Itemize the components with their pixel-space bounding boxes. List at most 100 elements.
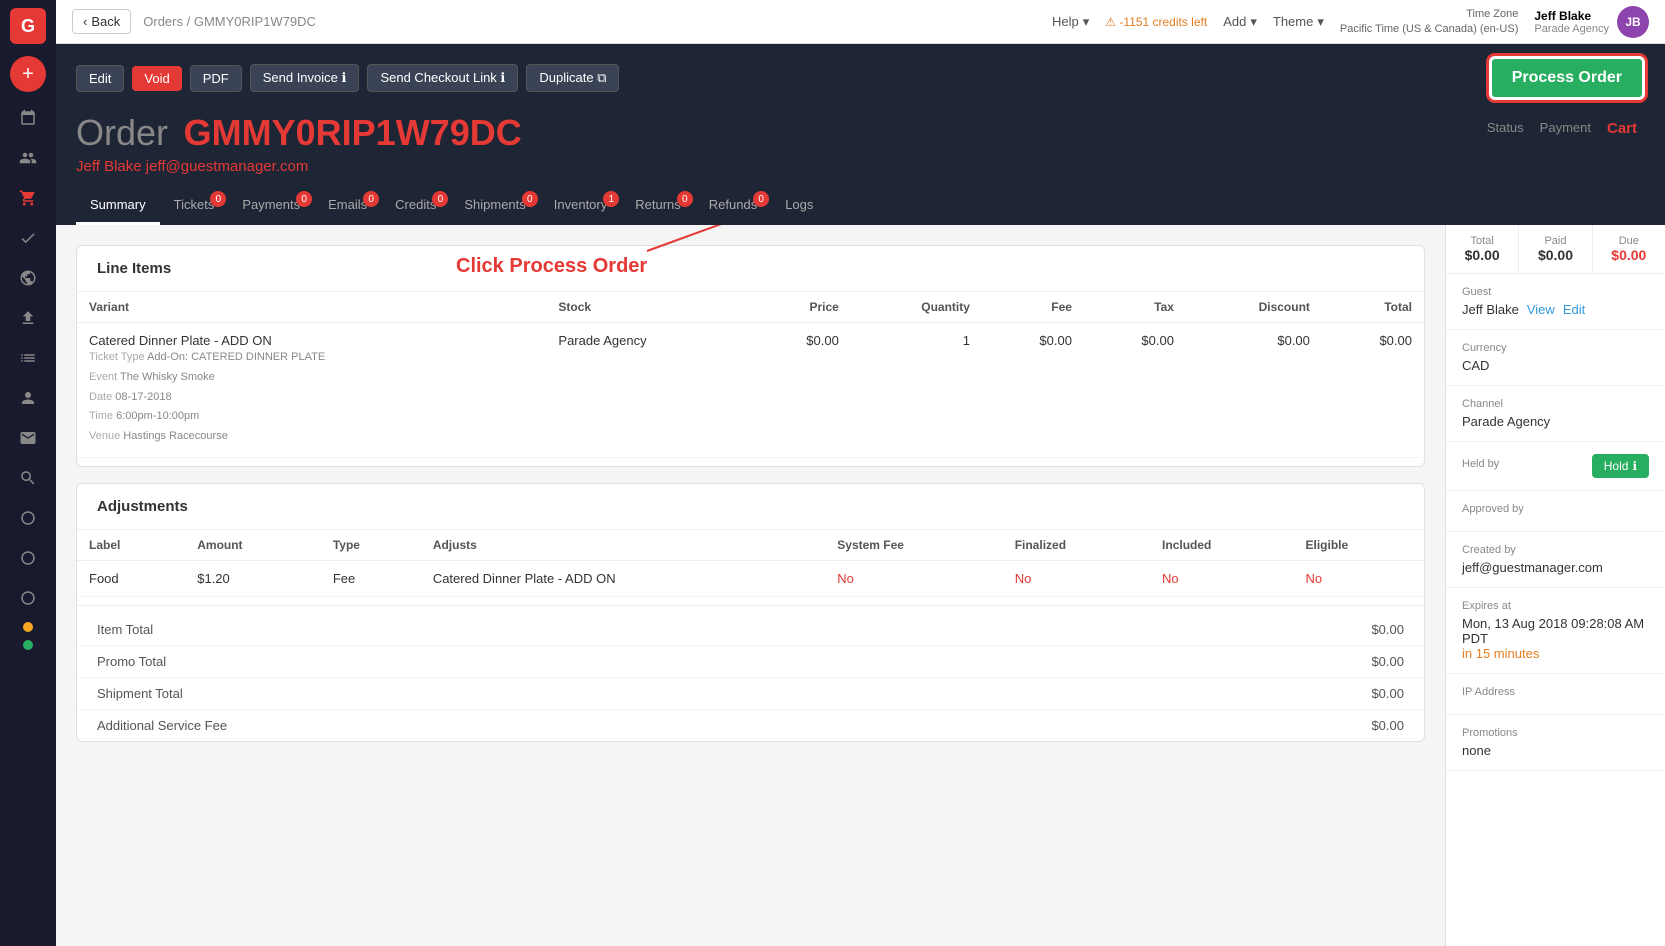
rs-approved-by: Approved by [1446, 491, 1665, 532]
order-title: Order GMMY0RIP1W79DC [76, 112, 1487, 154]
adj-col-amount: Amount [185, 530, 321, 561]
rs-held-by: Held by Hold ℹ [1446, 442, 1665, 491]
process-order-button[interactable]: Process Order [1489, 56, 1645, 100]
adj-col-label: Label [77, 530, 185, 561]
tab-refunds[interactable]: Refunds 0 [695, 187, 771, 225]
sidebar-icon-circle1[interactable] [10, 500, 46, 536]
process-order-container: Process Order [1489, 56, 1645, 100]
adj-cell-finalized: No [1003, 560, 1150, 596]
cell-price: $0.00 [749, 323, 851, 458]
send-checkout-link-button[interactable]: Send Checkout Link ℹ [367, 64, 518, 92]
rs-guest: Guest Jeff Blake View Edit [1446, 274, 1665, 330]
tab-tickets[interactable]: Tickets 0 [160, 187, 229, 225]
sidebar-icon-cart[interactable] [10, 180, 46, 216]
back-button[interactable]: ‹ Back [72, 9, 131, 34]
order-customer: Jeff Blake jeff@guestmanager.com [76, 158, 1487, 175]
adj-cell-included: No [1150, 560, 1293, 596]
adj-cell-amount: $1.20 [185, 560, 321, 596]
add-menu[interactable]: Add ▾ [1223, 14, 1257, 30]
adjustments-table: Label Amount Type Adjusts System Fee Fin… [77, 530, 1424, 597]
rs-total-paid: Paid $0.00 [1519, 225, 1592, 273]
sidebar-icon-globe[interactable] [10, 260, 46, 296]
rs-totals: Total $0.00 Paid $0.00 Due $0.00 [1446, 225, 1665, 274]
sidebar-icon-search[interactable] [10, 460, 46, 496]
help-menu[interactable]: Help ▾ [1052, 14, 1089, 30]
sidebar-icon-circle3[interactable] [10, 580, 46, 616]
sidebar-icon-check[interactable] [10, 220, 46, 256]
cell-fee: $0.00 [982, 323, 1084, 458]
cart-status: Cart [1607, 120, 1637, 137]
col-price: Price [749, 292, 851, 323]
tab-credits[interactable]: Credits 0 [381, 187, 450, 225]
breadcrumb: Orders / GMMY0RIP1W79DC [143, 14, 316, 29]
rs-total-due: Due $0.00 [1593, 225, 1665, 273]
rs-total-total: Total $0.00 [1446, 225, 1519, 273]
col-stock: Stock [546, 292, 748, 323]
adj-cell-adjusts: Catered Dinner Plate - ADD ON [421, 560, 825, 596]
user-info: Jeff Blake Parade Agency JB [1534, 6, 1649, 38]
sidebar-icon-calendar[interactable] [10, 100, 46, 136]
tab-inventory[interactable]: Inventory 1 [540, 187, 621, 225]
line-items-header: Line Items [77, 246, 1424, 292]
adj-col-sysfee: System Fee [825, 530, 1002, 561]
sidebar-icon-person[interactable] [10, 380, 46, 416]
rs-created-by: Created by jeff@guestmanager.com [1446, 532, 1665, 588]
timezone-info: Time Zone Pacific Time (US & Canada) (en… [1340, 7, 1519, 36]
col-tax: Tax [1084, 292, 1186, 323]
tab-returns[interactable]: Returns 0 [621, 187, 695, 225]
tab-summary[interactable]: Summary [76, 187, 160, 225]
line-items-table: Variant Stock Price Quantity Fee Tax Dis… [77, 292, 1424, 458]
sidebar: G + [0, 0, 56, 946]
sidebar-add-button[interactable]: + [10, 56, 46, 92]
cell-variant: Catered Dinner Plate - ADD ON Ticket Typ… [77, 323, 546, 458]
void-button[interactable]: Void [132, 66, 181, 91]
sidebar-icon-list[interactable] [10, 340, 46, 376]
line-items-header-row: Variant Stock Price Quantity Fee Tax Dis… [77, 292, 1424, 323]
topnav: ‹ Back Orders / GMMY0RIP1W79DC Help ▾ ⚠ … [56, 0, 1665, 44]
pdf-button[interactable]: PDF [190, 65, 242, 92]
adjustments-content: Label Amount Type Adjusts System Fee Fin… [77, 530, 1424, 597]
col-total: Total [1322, 292, 1424, 323]
edit-button[interactable]: Edit [76, 65, 124, 92]
duplicate-button[interactable]: Duplicate ⧉ [526, 64, 619, 92]
col-fee: Fee [982, 292, 1084, 323]
hold-button[interactable]: Hold ℹ [1592, 454, 1649, 478]
credits-indicator: ⚠ -1151 credits left [1105, 15, 1207, 29]
payment-tab[interactable]: Payment [1540, 120, 1591, 137]
adj-col-included: Included [1150, 530, 1293, 561]
line-items-content: Variant Stock Price Quantity Fee Tax Dis… [77, 292, 1424, 466]
sidebar-icon-circle2[interactable] [10, 540, 46, 576]
theme-menu[interactable]: Theme ▾ [1273, 14, 1324, 30]
rs-guest-row: Jeff Blake View Edit [1462, 302, 1649, 317]
content-area: Click Process Order Line Items Variant S… [56, 225, 1665, 946]
tab-payments[interactable]: Payments 0 [228, 187, 314, 225]
sidebar-icon-upload[interactable] [10, 300, 46, 336]
adjustments-card: Adjustments Label Amount Type Adjusts Sy… [76, 483, 1425, 742]
order-main-content: Click Process Order Line Items Variant S… [56, 225, 1445, 946]
rs-ip-address: IP Address [1446, 674, 1665, 715]
order-action-bar: Edit Void PDF Send Invoice ℹ Send Checko… [76, 56, 1645, 100]
tab-logs[interactable]: Logs [771, 187, 827, 225]
right-sidebar: Total $0.00 Paid $0.00 Due $0.00 Guest J… [1445, 225, 1665, 946]
app-logo[interactable]: G [10, 8, 46, 44]
line-items-card: Line Items Variant Stock Price Quantity … [76, 245, 1425, 467]
sidebar-dot-green [23, 640, 33, 650]
order-tabs: Summary Tickets 0 Payments 0 Emails 0 Cr… [76, 187, 1645, 225]
order-header: Edit Void PDF Send Invoice ℹ Send Checko… [56, 44, 1665, 225]
item-total-row: Item Total $0.00 [77, 614, 1424, 645]
tab-shipments[interactable]: Shipments 0 [450, 187, 539, 225]
cell-discount: $0.00 [1186, 323, 1322, 458]
sidebar-icon-mail[interactable] [10, 420, 46, 456]
adj-cell-type: Fee [321, 560, 421, 596]
send-invoice-button[interactable]: Send Invoice ℹ [250, 64, 360, 92]
adj-col-type: Type [321, 530, 421, 561]
main-area: ‹ Back Orders / GMMY0RIP1W79DC Help ▾ ⚠ … [56, 0, 1665, 946]
status-tab[interactable]: Status [1487, 120, 1524, 137]
rs-currency: Currency CAD [1446, 330, 1665, 386]
tab-emails[interactable]: Emails 0 [314, 187, 381, 225]
user-text: Jeff Blake Parade Agency [1534, 9, 1609, 35]
totals-section: Item Total $0.00 Promo Total $0.00 Shipm… [77, 605, 1424, 741]
rs-channel: Channel Parade Agency [1446, 386, 1665, 442]
cell-quantity: 1 [851, 323, 982, 458]
sidebar-icon-people[interactable] [10, 140, 46, 176]
